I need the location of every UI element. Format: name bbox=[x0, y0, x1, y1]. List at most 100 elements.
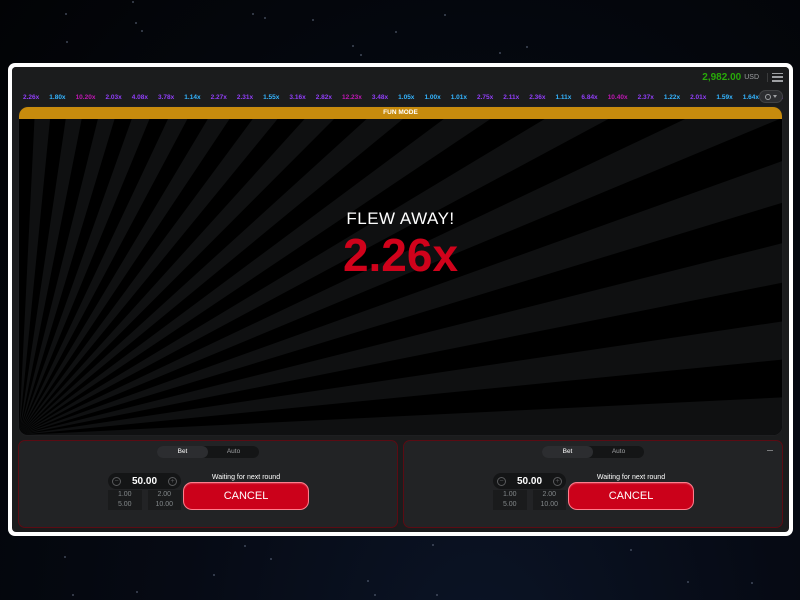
history-multiplier[interactable]: 1.55x bbox=[258, 94, 284, 101]
history-multiplier[interactable]: 2.31x bbox=[232, 94, 258, 101]
minus-icon[interactable]: − bbox=[112, 476, 121, 486]
star bbox=[71, 594, 74, 597]
history-multiplier[interactable]: 2.37x bbox=[633, 94, 659, 101]
bet-panels: Bet Auto − 50.00 + 1.00 2.00 5.00 10.00 bbox=[18, 440, 783, 528]
bet-panel-2: Bet Auto − 50.00 + 1.00 2.00 5.00 10.00 bbox=[403, 440, 783, 528]
history-multiplier[interactable]: 3.16x bbox=[284, 94, 310, 101]
quick-amount-button[interactable]: 5.00 bbox=[493, 500, 527, 510]
history-multiplier[interactable]: 2.36x bbox=[524, 94, 550, 101]
bet-amount-control: − 50.00 + 1.00 2.00 5.00 10.00 bbox=[493, 473, 566, 510]
quick-amount-button[interactable]: 10.00 bbox=[532, 500, 566, 510]
star bbox=[686, 581, 689, 584]
history-multiplier[interactable]: 10.20x bbox=[71, 94, 101, 101]
crash-multiplier: 2.26x bbox=[342, 229, 459, 281]
hamburger-menu-icon[interactable] bbox=[767, 72, 783, 82]
history-multiplier[interactable]: 1.59x bbox=[711, 94, 737, 101]
bet-mode-tabs: Bet Auto bbox=[542, 446, 644, 458]
star bbox=[373, 594, 376, 597]
bet-amount-input[interactable]: 50.00 bbox=[132, 476, 157, 487]
quick-amount-button[interactable]: 1.00 bbox=[493, 490, 527, 500]
history-multiplier[interactable]: 2.26x bbox=[18, 94, 44, 101]
balance-currency: USD bbox=[744, 73, 759, 81]
quick-amount-button[interactable]: 10.00 bbox=[147, 500, 181, 510]
history-multiplier[interactable]: 2.03x bbox=[100, 94, 126, 101]
history-multiplier[interactable]: 1.80x bbox=[44, 94, 70, 101]
history-multiplier[interactable]: 3.48x bbox=[367, 94, 393, 101]
star bbox=[66, 41, 69, 44]
star bbox=[751, 581, 754, 584]
star bbox=[436, 593, 439, 596]
tab-auto[interactable]: Auto bbox=[593, 446, 644, 458]
bet-amount-stepper: − 50.00 + bbox=[493, 473, 566, 489]
remove-panel-icon[interactable] bbox=[767, 450, 773, 451]
plus-icon[interactable]: + bbox=[168, 476, 177, 486]
star bbox=[134, 22, 137, 25]
star bbox=[131, 0, 134, 3]
cancel-button[interactable]: CANCEL bbox=[568, 482, 694, 510]
history-multiplier[interactable]: 2.82x bbox=[311, 94, 337, 101]
star bbox=[360, 54, 363, 57]
history-multiplier[interactable]: 4.08x bbox=[127, 94, 153, 101]
quick-amounts: 1.00 2.00 5.00 10.00 bbox=[108, 490, 181, 510]
history-multiplier[interactable]: 2.27x bbox=[206, 94, 232, 101]
bet-mode-tabs: Bet Auto bbox=[157, 446, 259, 458]
history-multiplier[interactable]: 1.00x bbox=[419, 94, 445, 101]
fun-mode-banner: FUN MODE bbox=[19, 107, 782, 119]
history-multiplier[interactable]: 3.78x bbox=[153, 94, 179, 101]
star bbox=[443, 14, 446, 17]
history-multiplier[interactable]: 2.11x bbox=[498, 94, 524, 101]
history-multiplier[interactable]: 1.11x bbox=[550, 94, 576, 101]
star bbox=[312, 19, 315, 22]
minus-icon[interactable]: − bbox=[497, 476, 506, 486]
star bbox=[140, 30, 143, 33]
star bbox=[244, 544, 247, 547]
balance-amount: 2,982.00 bbox=[702, 71, 742, 83]
star bbox=[366, 580, 369, 583]
star bbox=[431, 543, 434, 546]
game-canvas: FUN MODE FLEW AWAY! 2.26x bbox=[18, 106, 783, 436]
history-toggle-button[interactable] bbox=[759, 90, 783, 103]
quick-amount-button[interactable]: 1.00 bbox=[108, 490, 142, 500]
star bbox=[525, 45, 528, 48]
star bbox=[352, 45, 355, 48]
bet-action: Waiting for next round CANCEL bbox=[183, 474, 309, 510]
bet-amount-control: − 50.00 + 1.00 2.00 5.00 10.00 bbox=[108, 473, 181, 510]
tab-bet[interactable]: Bet bbox=[157, 446, 208, 458]
multiplier-history-bar: 2.26x 1.80x 10.20x 2.03x 4.08x 3.78x 1.14x 2.27… bbox=[18, 89, 783, 105]
star bbox=[251, 12, 254, 15]
top-bar: 2,982.00 USD bbox=[12, 67, 789, 87]
bet-amount-input[interactable]: 50.00 bbox=[517, 476, 542, 487]
history-multiplier[interactable]: 1.05x bbox=[393, 94, 419, 101]
round-result: FLEW AWAY! 2.26x bbox=[19, 209, 782, 281]
waiting-status: Waiting for next round bbox=[211, 474, 281, 481]
star bbox=[136, 591, 139, 594]
star bbox=[499, 51, 502, 54]
history-multiplier[interactable]: 1.01x bbox=[446, 94, 472, 101]
chevron-down-icon bbox=[773, 95, 777, 98]
star bbox=[65, 12, 68, 15]
history-multiplier[interactable]: 1.22x bbox=[659, 94, 685, 101]
game-app: 2,982.00 USD 2.26x 1.80x 10.20x 2.03x 4.08x 3… bbox=[12, 67, 789, 532]
star bbox=[213, 573, 216, 576]
star bbox=[270, 558, 273, 561]
history-multiplier[interactable]: 2.01x bbox=[685, 94, 711, 101]
history-multiplier[interactable]: 10.40x bbox=[603, 94, 633, 101]
tab-bet[interactable]: Bet bbox=[542, 446, 593, 458]
tab-auto[interactable]: Auto bbox=[208, 446, 259, 458]
cancel-button[interactable]: CANCEL bbox=[183, 482, 309, 510]
quick-amount-button[interactable]: 5.00 bbox=[108, 500, 142, 510]
waiting-status: Waiting for next round bbox=[596, 474, 666, 481]
bet-panel-1: Bet Auto − 50.00 + 1.00 2.00 5.00 10.00 bbox=[18, 440, 398, 528]
quick-amounts: 1.00 2.00 5.00 10.00 bbox=[493, 490, 566, 510]
plus-icon[interactable]: + bbox=[553, 476, 562, 486]
history-multiplier[interactable]: 6.84x bbox=[576, 94, 602, 101]
game-window-frame: 2,982.00 USD 2.26x 1.80x 10.20x 2.03x 4.08x 3… bbox=[8, 63, 793, 536]
quick-amount-button[interactable]: 2.00 bbox=[532, 490, 566, 500]
history-multiplier[interactable]: 2.75x bbox=[472, 94, 498, 101]
quick-amount-button[interactable]: 2.00 bbox=[147, 490, 181, 500]
bet-amount-stepper: − 50.00 + bbox=[108, 473, 181, 489]
flew-away-label: FLEW AWAY! bbox=[346, 209, 455, 228]
star bbox=[63, 555, 66, 558]
history-multiplier[interactable]: 1.14x bbox=[179, 94, 205, 101]
history-multiplier[interactable]: 12.23x bbox=[337, 94, 367, 101]
